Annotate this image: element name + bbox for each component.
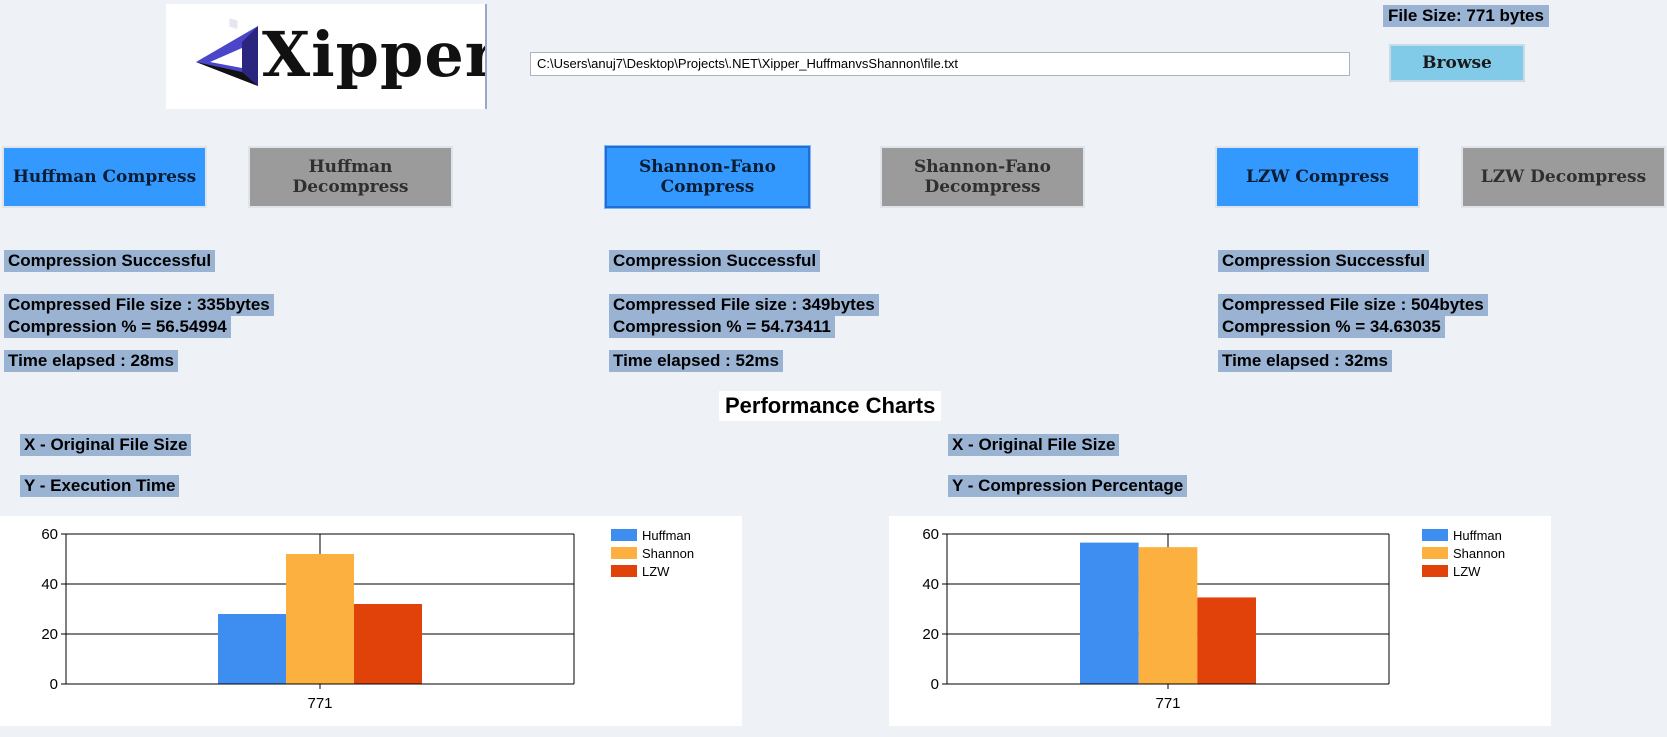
huffman-status: Compression Successful bbox=[4, 250, 216, 272]
lzw-decompress-label: LZW Decompress bbox=[1480, 167, 1647, 187]
x-tick-label: 771 bbox=[307, 695, 332, 712]
huffman-compress-button[interactable]: Huffman Compress bbox=[2, 146, 207, 208]
file-size-label: File Size: 771 bytes bbox=[1383, 5, 1549, 27]
file-path-input[interactable]: C:\Users\anuj7\Desktop\Projects\.NET\Xip… bbox=[530, 52, 1350, 76]
compression-percent-legend: Huffman Shannon LZW bbox=[1422, 526, 1505, 580]
lzw-compress-button[interactable]: LZW Compress bbox=[1215, 146, 1420, 208]
y-tick-label: 0 bbox=[50, 676, 58, 693]
shannon-decompress-label: Shannon-Fano Decompress bbox=[914, 157, 1051, 197]
huffman-decompress-label: Huffman Decompress bbox=[292, 157, 409, 197]
bar-huffman bbox=[218, 614, 286, 684]
legend-swatch bbox=[1422, 547, 1448, 559]
shannon-compress-button[interactable]: Shannon-Fano Compress bbox=[604, 145, 811, 209]
y-tick-label: 20 bbox=[922, 626, 939, 643]
shannon-status: Compression Successful bbox=[609, 250, 821, 272]
lzw-compress-label: LZW Compress bbox=[1245, 167, 1390, 187]
execution-time-chart: 0 20 40 60 771 Huffman Shannon LZW bbox=[0, 516, 742, 726]
y-tick-label: 0 bbox=[931, 676, 939, 693]
bar-huffman bbox=[1080, 542, 1139, 684]
legend-label: LZW bbox=[642, 563, 670, 579]
logo-text: Xipper bbox=[262, 18, 487, 91]
legend-label: Huffman bbox=[1453, 527, 1502, 543]
shannon-compress-label: Shannon-Fano Compress bbox=[639, 157, 776, 197]
legend-swatch bbox=[1422, 565, 1448, 577]
huffman-compress-label: Huffman Compress bbox=[12, 167, 197, 187]
logo-mark-icon bbox=[196, 26, 258, 86]
app-logo: ♦ Xipper bbox=[166, 4, 487, 109]
bar-lzw bbox=[1197, 597, 1256, 684]
shannon-compression-percent: Compression % = 54.73411 bbox=[609, 316, 835, 338]
legend-item-huffman: Huffman bbox=[611, 526, 694, 544]
y-tick-label: 40 bbox=[922, 576, 939, 593]
legend-swatch bbox=[611, 565, 637, 577]
y-tick-label: 40 bbox=[41, 576, 58, 593]
right-chart-x-caption: X - Original File Size bbox=[948, 434, 1120, 456]
bar-shannon bbox=[1138, 547, 1198, 684]
legend-swatch bbox=[611, 529, 637, 541]
bar-shannon bbox=[286, 554, 354, 684]
shannon-time-elapsed: Time elapsed : 52ms bbox=[609, 350, 783, 372]
performance-charts-title: Performance Charts bbox=[719, 391, 942, 421]
y-tick-label: 60 bbox=[922, 526, 939, 543]
left-chart-x-caption: X - Original File Size bbox=[20, 434, 192, 456]
legend-label: Huffman bbox=[642, 527, 691, 543]
legend-item-shannon: Shannon bbox=[1422, 544, 1505, 562]
legend-item-lzw: LZW bbox=[611, 562, 694, 580]
legend-label: Shannon bbox=[642, 545, 695, 561]
shannon-decompress-button[interactable]: Shannon-Fano Decompress bbox=[880, 146, 1085, 208]
execution-time-legend: Huffman Shannon LZW bbox=[611, 526, 694, 580]
legend-label: Shannon bbox=[1453, 545, 1506, 561]
compression-percent-chart: 0 20 40 60 771 Huffman Shannon LZW bbox=[889, 516, 1551, 726]
legend-item-huffman: Huffman bbox=[1422, 526, 1505, 544]
y-tick-label: 20 bbox=[41, 626, 58, 643]
huffman-compression-percent: Compression % = 56.54994 bbox=[4, 316, 231, 338]
legend-label: LZW bbox=[1453, 563, 1481, 579]
y-tick-label: 60 bbox=[41, 526, 58, 543]
lzw-decompress-button[interactable]: LZW Decompress bbox=[1461, 146, 1666, 208]
right-chart-y-caption: Y - Compression Percentage bbox=[948, 475, 1188, 497]
left-chart-y-caption: Y - Execution Time bbox=[20, 475, 180, 497]
bar-lzw bbox=[354, 604, 422, 684]
x-tick-label: 771 bbox=[1155, 695, 1180, 712]
lzw-time-elapsed: Time elapsed : 32ms bbox=[1218, 350, 1392, 372]
lzw-compression-percent: Compression % = 34.63035 bbox=[1218, 316, 1445, 338]
legend-item-lzw: LZW bbox=[1422, 562, 1505, 580]
huffman-compressed-size: Compressed File size : 335bytes bbox=[4, 294, 274, 316]
shannon-compressed-size: Compressed File size : 349bytes bbox=[609, 294, 879, 316]
browse-button[interactable]: Browse bbox=[1389, 44, 1525, 82]
huffman-time-elapsed: Time elapsed : 28ms bbox=[4, 350, 178, 372]
legend-swatch bbox=[1422, 529, 1448, 541]
legend-swatch bbox=[611, 547, 637, 559]
huffman-decompress-button[interactable]: Huffman Decompress bbox=[248, 146, 453, 208]
lzw-status: Compression Successful bbox=[1218, 250, 1430, 272]
legend-item-shannon: Shannon bbox=[611, 544, 694, 562]
lzw-compressed-size: Compressed File size : 504bytes bbox=[1218, 294, 1488, 316]
